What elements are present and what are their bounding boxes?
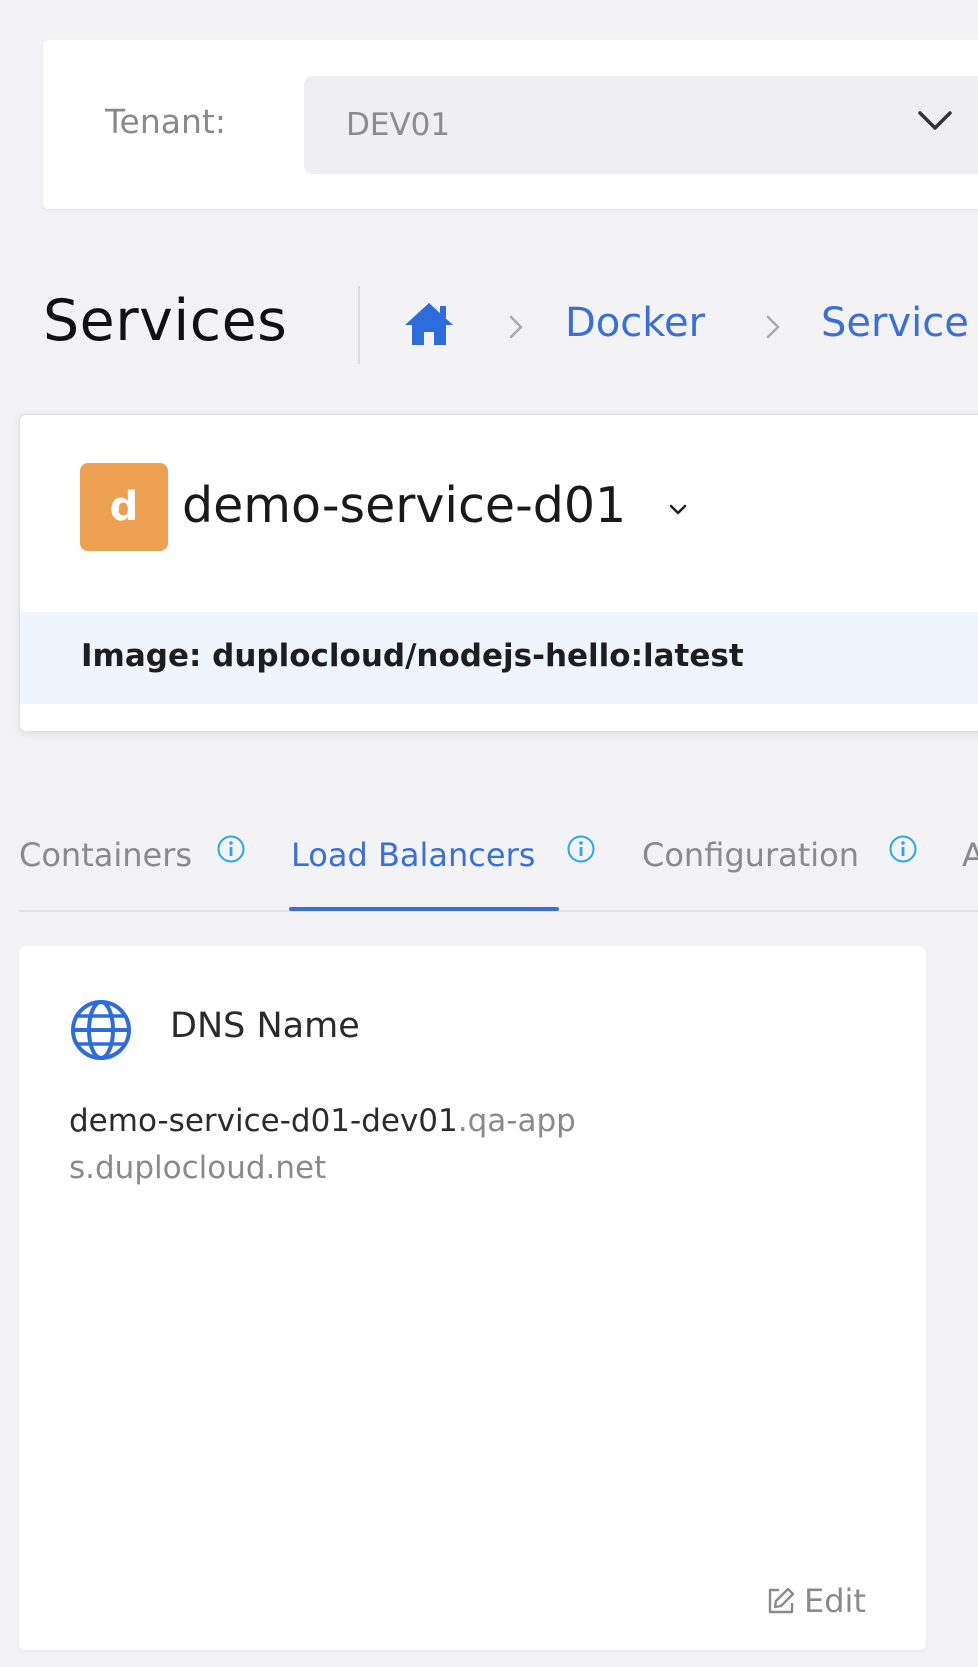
info-icon[interactable] xyxy=(888,834,918,864)
tab-more[interactable]: A xyxy=(962,836,978,874)
edit-icon xyxy=(768,1587,795,1614)
edit-label: Edit xyxy=(804,1582,866,1620)
chevron-right-icon xyxy=(766,315,780,339)
tab-load-balancers[interactable]: Load Balancers xyxy=(291,836,535,874)
chevron-right-icon xyxy=(509,315,523,339)
tab-configuration[interactable]: Configuration xyxy=(642,836,859,874)
avatar: d xyxy=(80,463,168,551)
breadcrumb-service[interactable]: Service xyxy=(821,300,969,346)
info-icon[interactable] xyxy=(216,834,246,864)
chevron-down-icon xyxy=(918,111,952,130)
title-divider xyxy=(358,286,360,364)
tenant-value: DEV01 xyxy=(346,107,451,143)
dns-card: DNS Name demo-service-d01-dev01.qa-apps.… xyxy=(19,946,926,1650)
image-text: Image: duplocloud/nodejs-hello:latest xyxy=(81,638,744,674)
dns-title: DNS Name xyxy=(170,1006,360,1046)
tenant-select[interactable]: DEV01 xyxy=(304,76,978,174)
home-icon[interactable] xyxy=(402,300,456,348)
image-strip: Image: duplocloud/nodejs-hello:latest xyxy=(20,612,978,704)
service-name[interactable]: demo-service-d01 xyxy=(182,477,626,534)
caret-down-icon[interactable] xyxy=(666,501,690,519)
info-icon[interactable] xyxy=(566,834,596,864)
tab-containers[interactable]: Containers xyxy=(19,836,192,874)
active-tab-indicator xyxy=(289,907,559,911)
service-card: d demo-service-d01 Image: duplocloud/nod… xyxy=(19,414,978,732)
tenant-label: Tenant: xyxy=(105,102,226,141)
edit-button[interactable]: Edit xyxy=(764,1582,866,1620)
page: Tenant: DEV01 Services Docker Service d … xyxy=(0,0,978,1667)
dns-value: demo-service-d01-dev01.qa-apps.duploclou… xyxy=(69,1098,589,1192)
page-title: Services xyxy=(43,288,288,354)
dns-host: demo-service-d01-dev01 xyxy=(69,1103,458,1139)
globe-icon xyxy=(71,1000,131,1060)
breadcrumb-docker[interactable]: Docker xyxy=(565,300,705,346)
